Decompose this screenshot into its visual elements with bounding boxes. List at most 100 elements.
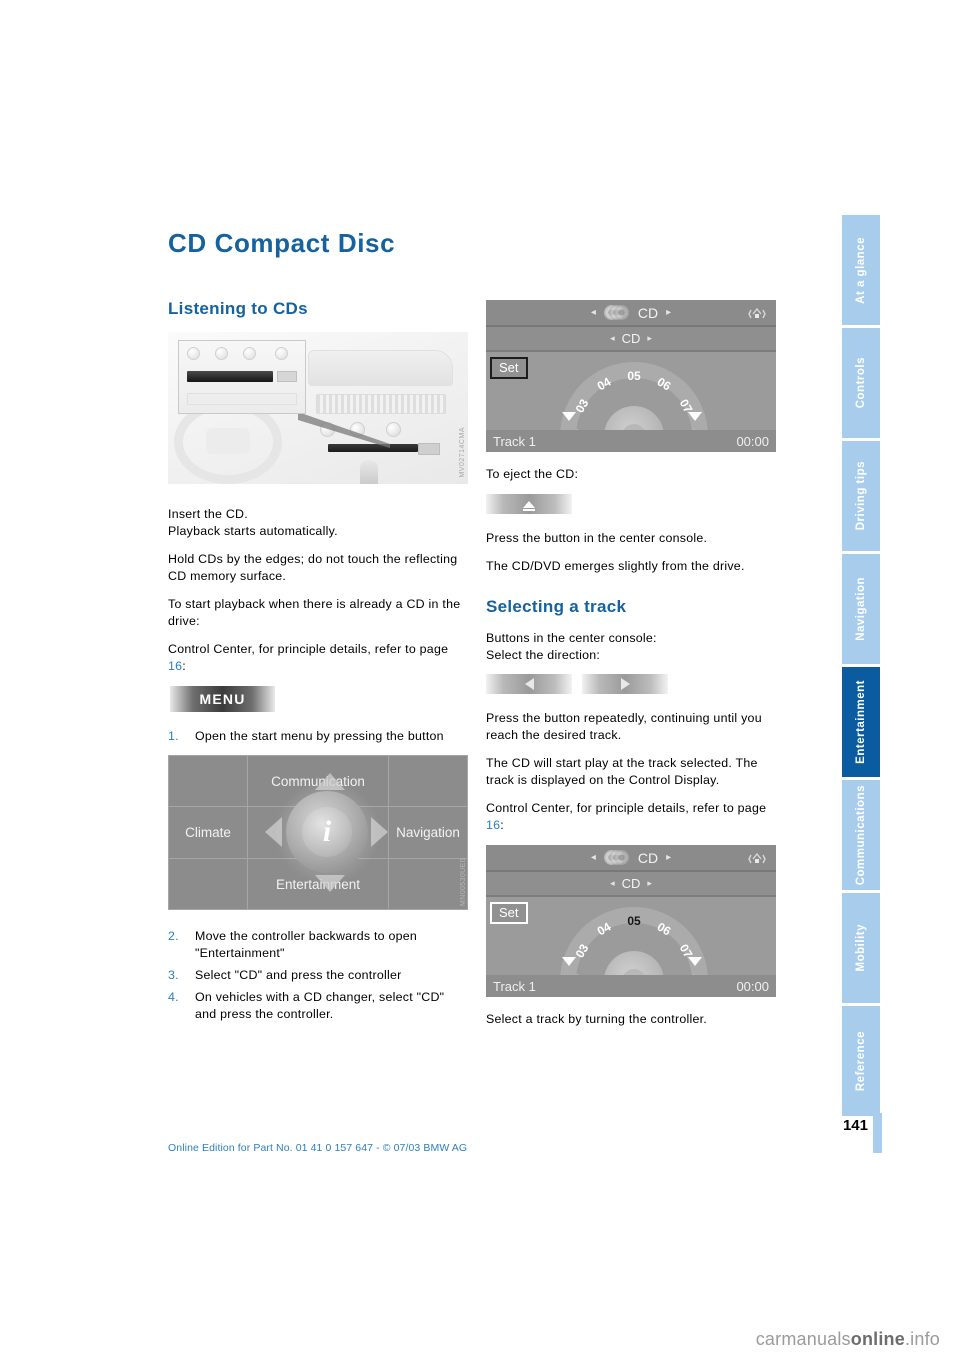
triangle-right-icon xyxy=(620,678,630,690)
header-arrow-right-icon[interactable]: ▸ xyxy=(666,307,671,318)
menu-label-navigation: Navigation xyxy=(396,825,460,840)
step-number-4: 4. xyxy=(168,990,179,1004)
step-text-3: Select "CD" and press the controller xyxy=(195,968,402,982)
home-icon-svg xyxy=(748,307,766,319)
menu-cell-empty-tl xyxy=(168,755,248,807)
tab-label: Entertainment xyxy=(855,680,867,764)
arc-track-label: 05 xyxy=(627,914,641,928)
cd-screen-footer-top: Track 1 00:00 xyxy=(486,430,776,452)
header-label-cd-bottom: CD xyxy=(637,849,659,866)
step-item-3: 3. Select "CD" and press the controller xyxy=(168,967,468,984)
tab-controls[interactable]: Controls xyxy=(842,328,880,438)
control-center-note-right: Control Center, for principle details, r… xyxy=(486,800,776,834)
arrow-right-icon xyxy=(371,817,388,847)
tab-mobility[interactable]: Mobility xyxy=(842,893,880,1003)
gear-shifter-shape xyxy=(360,460,378,484)
menu-label-climate: Climate xyxy=(185,825,231,840)
section-heading-selecting-track: Selecting a track xyxy=(486,597,627,616)
paragraph-eject-emerges: The CD/DVD emerges slightly from the dri… xyxy=(486,559,745,573)
home-icon-bottom[interactable] xyxy=(747,850,767,868)
menu-item-climate[interactable]: Climate xyxy=(168,806,248,859)
time-label-top: 00:00 xyxy=(736,433,769,449)
paragraph-select-direction: Select the direction: xyxy=(486,648,601,662)
cd-screen-subheader-top: ◂ CD ▸ xyxy=(486,327,776,352)
cd-discs-icon-bottom xyxy=(603,850,630,865)
menu-item-navigation[interactable]: Navigation xyxy=(388,806,468,859)
time-label-bottom: 00:00 xyxy=(736,978,769,994)
tab-label: Communications xyxy=(855,784,867,886)
page-number: 141 xyxy=(842,1117,868,1134)
cc-note-text-right: Control Center, for principle details, r… xyxy=(486,801,767,815)
home-icon[interactable] xyxy=(747,305,767,323)
track-arc-dial-bottom[interactable]: 02030405060708 xyxy=(560,907,708,988)
sub-arrow-right-icon-bottom[interactable]: ▸ xyxy=(647,878,652,889)
set-label-top: Set xyxy=(499,360,519,375)
paragraph-insert-cd: Insert the CD. xyxy=(168,507,248,521)
tab-navigation[interactable]: Navigation xyxy=(842,554,880,664)
arrow-down-icon xyxy=(315,875,345,892)
header-label-cd-top: CD xyxy=(637,304,659,321)
paragraph-playback-auto: Playback starts automatically. xyxy=(168,524,338,538)
paragraph-cd-start-play: The CD will start play at the track sele… xyxy=(486,756,758,787)
header-arrow-left-icon-bottom[interactable]: ◂ xyxy=(591,852,596,863)
paragraph-start-playback: To start playback when there is already … xyxy=(168,597,461,628)
step-number-3: 3. xyxy=(168,968,179,982)
cd-discs-icon xyxy=(603,305,630,320)
step-text-1: Open the start menu by pressing the butt… xyxy=(195,729,444,743)
track-arc-dial-top[interactable]: 02030405060708 xyxy=(560,362,708,443)
paragraph-eject-intro: To eject the CD: xyxy=(486,467,579,481)
tab-label: Reference xyxy=(855,1030,867,1092)
manual-page: CD Compact Disc Listening to CDs MV02714… xyxy=(0,0,960,1358)
sub-arrow-right-icon[interactable]: ▸ xyxy=(647,333,652,344)
eject-icon xyxy=(523,500,535,511)
menu-button-label: MENU xyxy=(199,691,246,707)
steps-list-part2: 2. Move the controller backwards to open… xyxy=(168,928,468,1023)
header-arrow-left-icon[interactable]: ◂ xyxy=(591,307,596,318)
paragraph-eject-press: Press the button in the center console. xyxy=(486,531,708,545)
step-number-2: 2. xyxy=(168,929,179,943)
figure-code-photo: MV02714CMA xyxy=(459,427,466,478)
page-ref-16-left[interactable]: 16 xyxy=(168,659,182,673)
paragraph-select-track-turning: Select a track by turning the controller… xyxy=(486,1012,707,1026)
sub-arrow-left-icon-bottom[interactable]: ◂ xyxy=(610,878,615,889)
tab-at-a-glance[interactable]: At a glance xyxy=(842,215,880,325)
sub-label-cd-top: CD xyxy=(621,331,641,346)
dashboard-top-shape xyxy=(308,350,453,386)
menu-button-graphic[interactable]: MENU xyxy=(170,686,275,712)
header-arrow-right-icon-bottom[interactable]: ▸ xyxy=(666,852,671,863)
paragraph-buttons-console: Buttons in the center console: xyxy=(486,631,657,645)
figure-code-idrive: MN00530UE0 xyxy=(460,858,467,906)
cd-slot-inset-detail xyxy=(178,340,306,414)
track-label-top: Track 1 xyxy=(493,433,536,449)
set-button-top[interactable]: Set xyxy=(490,357,528,379)
cd-screen-body-bottom: Set 02030405060708 xyxy=(486,897,776,988)
steps-list-part1: 1. Open the start menu by pressing the b… xyxy=(168,728,468,745)
previous-track-button[interactable] xyxy=(486,674,572,694)
dashboard-cd-slot-photo: MV02714CMA xyxy=(168,332,468,484)
page-ref-16-right[interactable]: 16 xyxy=(486,818,500,832)
sub-arrow-left-icon[interactable]: ◂ xyxy=(610,333,615,344)
arc-end-marker-right-top xyxy=(688,412,702,421)
tab-entertainment[interactable]: Entertainment xyxy=(842,667,880,777)
tab-reference[interactable]: Reference xyxy=(842,1006,880,1116)
tab-driving-tips[interactable]: Driving tips xyxy=(842,441,880,551)
set-button-bottom[interactable]: Set xyxy=(490,902,528,924)
arc-end-marker-left-top xyxy=(562,412,576,421)
right-column: ◂ CD ▸ ◂ CD ▸ Set 03 04 05 06 07 Track 1… xyxy=(486,300,776,1039)
tab-communications[interactable]: Communications xyxy=(842,780,880,890)
chapter-tabs: At a glance Controls Driving tips Navigatio… xyxy=(842,215,880,1119)
direction-buttons-row xyxy=(486,674,776,694)
leader-line xyxy=(298,412,390,448)
arrow-up-icon xyxy=(315,773,345,790)
step-text-2: Move the controller backwards to open "E… xyxy=(195,929,418,960)
tab-label: Navigation xyxy=(855,577,867,641)
set-label-bottom: Set xyxy=(499,905,519,920)
menu-cell-empty-tr xyxy=(388,755,468,807)
eject-button[interactable] xyxy=(486,494,572,514)
idrive-controller-hub[interactable]: i xyxy=(286,791,368,873)
page-title: CD Compact Disc xyxy=(168,228,396,258)
step-number-1: 1. xyxy=(168,729,179,743)
cc-note-text-left: Control Center, for principle details, r… xyxy=(168,642,449,656)
next-track-button[interactable] xyxy=(582,674,668,694)
sub-label-cd-bottom: CD xyxy=(621,876,641,891)
